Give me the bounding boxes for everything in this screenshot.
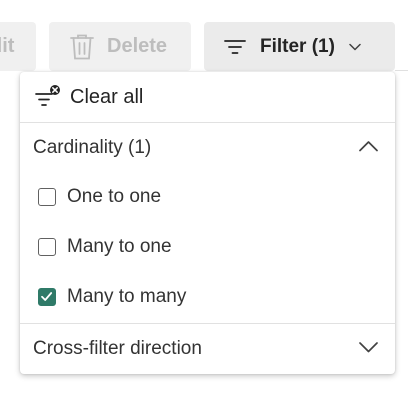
section-header-cross-filter-direction[interactable]: Cross-filter direction xyxy=(20,324,395,374)
filter-button[interactable]: Filter (1) xyxy=(204,22,395,71)
filter-dropdown: Clear all Cardinality (1) One to one Man… xyxy=(20,72,395,374)
background-text-fragment: ) xyxy=(0,104,1,127)
filter-button-label: Filter (1) xyxy=(260,35,335,57)
delete-button[interactable]: Delete xyxy=(49,22,191,71)
edit-button-label: dit xyxy=(0,35,15,57)
option-many-to-many[interactable]: Many to many xyxy=(20,275,395,321)
option-one-to-one[interactable]: One to one xyxy=(20,175,395,221)
chevron-up-icon xyxy=(359,139,378,157)
edit-button[interactable]: dit xyxy=(0,22,36,71)
filter-clear-icon xyxy=(35,85,63,114)
checkbox[interactable] xyxy=(38,188,56,206)
checkbox[interactable] xyxy=(38,238,56,256)
delete-button-label: Delete xyxy=(107,35,168,57)
clear-all-label: Clear all xyxy=(70,86,144,108)
checkbox[interactable] xyxy=(38,288,56,306)
chevron-down-icon xyxy=(349,43,361,51)
toolbar-divider xyxy=(395,70,408,151)
trash-icon xyxy=(69,33,95,61)
option-many-to-one[interactable]: Many to one xyxy=(20,225,395,271)
clear-all-button[interactable]: Clear all xyxy=(20,72,395,122)
option-label: Many to many xyxy=(67,286,187,307)
filter-lines-icon xyxy=(224,39,246,55)
section-header-cardinality[interactable]: Cardinality (1) xyxy=(20,123,395,173)
section-label: Cross-filter direction xyxy=(33,338,202,359)
section-label: Cardinality (1) xyxy=(33,137,152,158)
chevron-down-icon xyxy=(359,340,378,358)
option-label: One to one xyxy=(67,186,162,207)
checkmark-icon xyxy=(41,292,53,301)
option-label: Many to one xyxy=(67,236,172,257)
